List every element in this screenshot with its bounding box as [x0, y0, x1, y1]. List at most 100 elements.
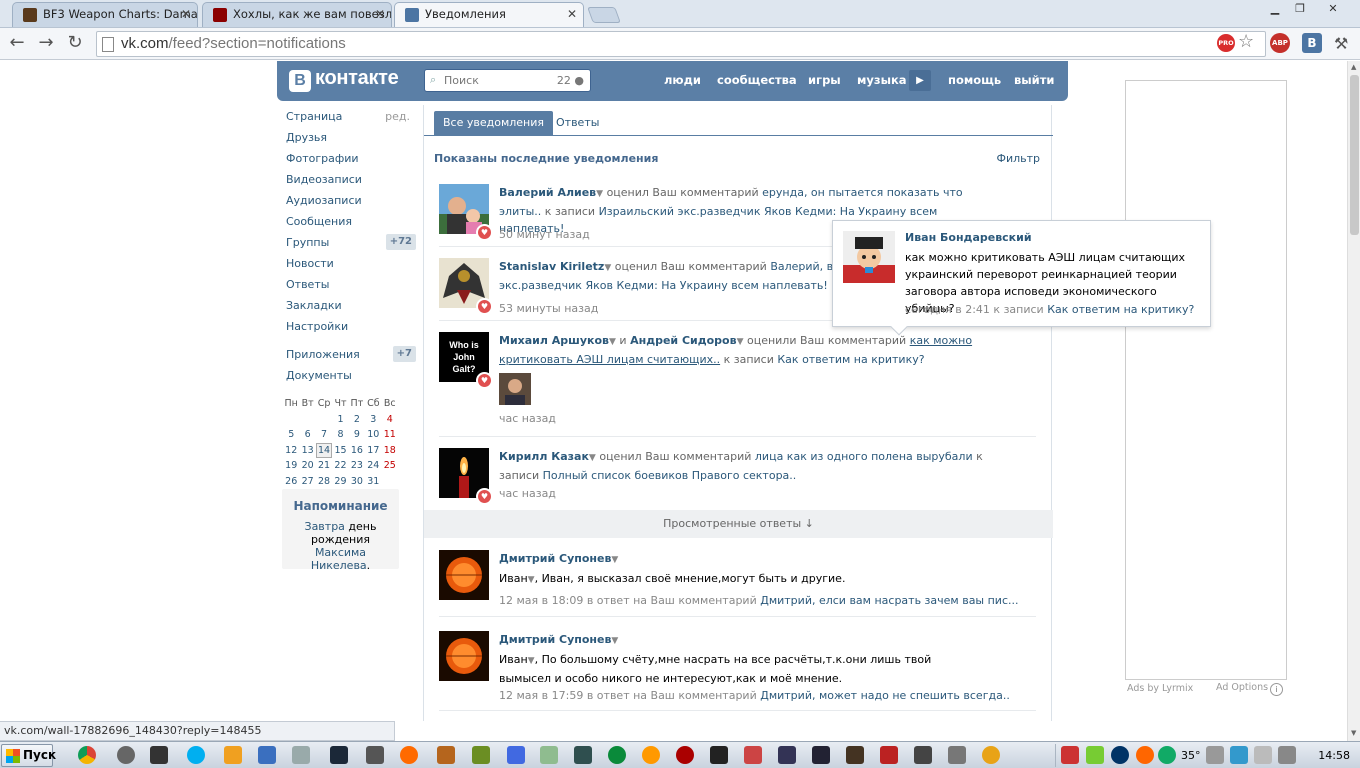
calendar-day[interactable]: 6 — [299, 427, 315, 443]
page-scrollbar[interactable]: ▲ ▼ — [1347, 61, 1360, 741]
comment-link[interactable]: лица как из одного полена вырубали — [755, 450, 973, 463]
tab-replies[interactable]: Ответы — [547, 111, 608, 135]
calendar-day[interactable]: 2 — [349, 412, 365, 428]
address-bar[interactable]: vk.com/feed?section=notifications — [96, 31, 1266, 57]
sidebar-item-groups[interactable]: Группы +72 — [280, 232, 420, 253]
calendar-day[interactable]: 21 — [316, 458, 332, 474]
browser-tab-notifications[interactable]: Уведомления ✕ — [394, 2, 584, 27]
app-icon[interactable] — [437, 746, 455, 764]
user-name-link[interactable]: Кирилл Казак — [499, 450, 589, 463]
bookmark-star-icon[interactable]: ☆ — [1238, 31, 1254, 52]
calendar-day[interactable]: 12 — [283, 443, 299, 459]
nav-help[interactable]: помощь — [948, 73, 1001, 87]
tray-icon[interactable] — [1061, 746, 1079, 764]
calendar-day[interactable]: 26 — [283, 474, 299, 490]
browser-tab-khokhly[interactable]: Хохлы, как же вам повезло ✕ — [202, 2, 392, 27]
calendar-day[interactable]: 9 — [349, 427, 365, 443]
dropdown-arrow-icon[interactable]: ▼ — [609, 337, 616, 347]
app-icon[interactable] — [846, 746, 864, 764]
post-link[interactable]: Полный список боевиков Правого сектора.. — [543, 469, 797, 482]
calendar-day[interactable]: 30 — [349, 474, 365, 490]
sidebar-item-audio[interactable]: Аудиозаписи — [280, 190, 420, 211]
calendar-day[interactable]: 24 — [365, 458, 381, 474]
calendar-day[interactable]: 18 — [382, 443, 398, 459]
avatar[interactable] — [439, 550, 489, 600]
reply-ref-link[interactable]: Дмитрий, елси вам насрать зачем ваы пис.… — [760, 594, 1018, 607]
nav-communities[interactable]: сообщества — [717, 73, 797, 87]
calendar-day[interactable]: 13 — [299, 443, 315, 459]
edit-link[interactable]: ред. — [385, 106, 410, 127]
calendar-day[interactable]: 17 — [365, 443, 381, 459]
app-icon[interactable] — [574, 746, 592, 764]
filter-link[interactable]: Фильтр — [996, 152, 1040, 165]
reminder-link-person[interactable]: Максима Никелева — [311, 546, 367, 572]
tab-close-icon[interactable]: ✕ — [567, 3, 577, 26]
dropdown-arrow-icon[interactable]: ▼ — [611, 555, 618, 565]
sidebar-item-bookmarks[interactable]: Закладки — [280, 295, 420, 316]
calendar-day[interactable]: 15 — [332, 443, 348, 459]
tray-icon[interactable] — [1230, 746, 1248, 764]
sidebar-item-photos[interactable]: Фотографии — [280, 148, 420, 169]
start-button[interactable]: Пуск — [1, 744, 56, 767]
calendar-day[interactable]: 25 — [382, 458, 398, 474]
calendar-day[interactable]: 7 — [316, 427, 332, 443]
user-name-link[interactable]: Дмитрий Супонев — [499, 633, 611, 646]
reply-time[interactable]: 12 мая в 17:59 в ответ на Ваш комментари… — [499, 689, 760, 702]
ad-info-icon[interactable]: i — [1270, 683, 1283, 696]
tooltip-time[interactable]: сегодня в 2:41 — [905, 303, 993, 316]
sidebar-item-messages[interactable]: Сообщения — [280, 211, 420, 232]
app-icon[interactable] — [507, 746, 525, 764]
tab-all-notifications[interactable]: Все уведомления — [434, 111, 554, 135]
calendar-day[interactable]: 23 — [349, 458, 365, 474]
app-icon[interactable] — [914, 746, 932, 764]
user-name-link[interactable]: Валерий Алиев — [499, 186, 596, 199]
user-name-link[interactable]: Дмитрий Супонев — [499, 552, 611, 565]
ad-banner[interactable] — [1125, 80, 1287, 680]
calendar-day[interactable]: 16 — [349, 443, 365, 459]
dropdown-arrow-icon[interactable]: ▼ — [611, 636, 618, 646]
calendar-day[interactable]: 10 — [365, 427, 381, 443]
browser-tab-bf3[interactable]: BF3 Weapon Charts: Damag ✕ — [12, 2, 198, 27]
app-icon[interactable] — [982, 746, 1000, 764]
scroll-down-icon[interactable]: ▼ — [1351, 729, 1356, 737]
tooltip-post-link[interactable]: Как ответим на критику? — [1047, 303, 1194, 316]
tray-icon[interactable] — [1254, 746, 1272, 764]
nav-games[interactable]: игры — [808, 73, 841, 87]
sidebar-item-friends[interactable]: Друзья — [280, 127, 420, 148]
dropdown-arrow-icon[interactable]: ▼ — [528, 575, 535, 585]
app-icon[interactable] — [400, 746, 418, 764]
tray-icon[interactable] — [1136, 746, 1154, 764]
user-name-link[interactable]: Михаил Аршуков — [499, 334, 609, 347]
sidebar-item-videos[interactable]: Видеозаписи — [280, 169, 420, 190]
avatar[interactable] — [439, 631, 489, 681]
clock[interactable]: 14:58 — [1318, 749, 1350, 762]
sidebar-item-replies[interactable]: Ответы — [280, 274, 420, 295]
app-icon[interactable] — [608, 746, 626, 764]
calendar-day[interactable]: 11 — [382, 427, 398, 443]
post-link[interactable]: Как ответим на критику? — [777, 353, 924, 366]
calendar-day[interactable]: 28 — [316, 474, 332, 490]
tray-icon[interactable] — [1111, 746, 1129, 764]
calendar-day[interactable]: 31 — [365, 474, 381, 490]
scrollbar-thumb[interactable] — [1350, 75, 1359, 235]
volume-icon[interactable] — [1206, 746, 1224, 764]
chrome-icon[interactable] — [78, 746, 96, 764]
app-icon[interactable] — [150, 746, 168, 764]
app-icon[interactable] — [258, 746, 276, 764]
tab-close-icon[interactable]: ✕ — [375, 3, 385, 26]
app-icon[interactable] — [292, 746, 310, 764]
tray-icon[interactable] — [1158, 746, 1176, 764]
reload-icon[interactable]: ↻ — [64, 33, 86, 55]
calendar-day[interactable]: 1 — [332, 412, 348, 428]
calendar-day[interactable]: 3 — [365, 412, 381, 428]
tooltip-author-link[interactable]: Иван Бондаревский — [905, 231, 1032, 244]
forward-arrow-icon[interactable]: → — [35, 33, 57, 55]
nav-logout[interactable]: выйти — [1014, 73, 1054, 87]
app-icon[interactable] — [948, 746, 966, 764]
play-icon[interactable]: ▶ — [909, 70, 931, 91]
restore-icon[interactable]: ❐ — [1290, 2, 1310, 16]
back-arrow-icon[interactable]: ← — [6, 33, 28, 55]
app-icon[interactable] — [472, 746, 490, 764]
calendar-day[interactable]: 20 — [299, 458, 315, 474]
notification-time[interactable]: час назад — [499, 487, 556, 500]
